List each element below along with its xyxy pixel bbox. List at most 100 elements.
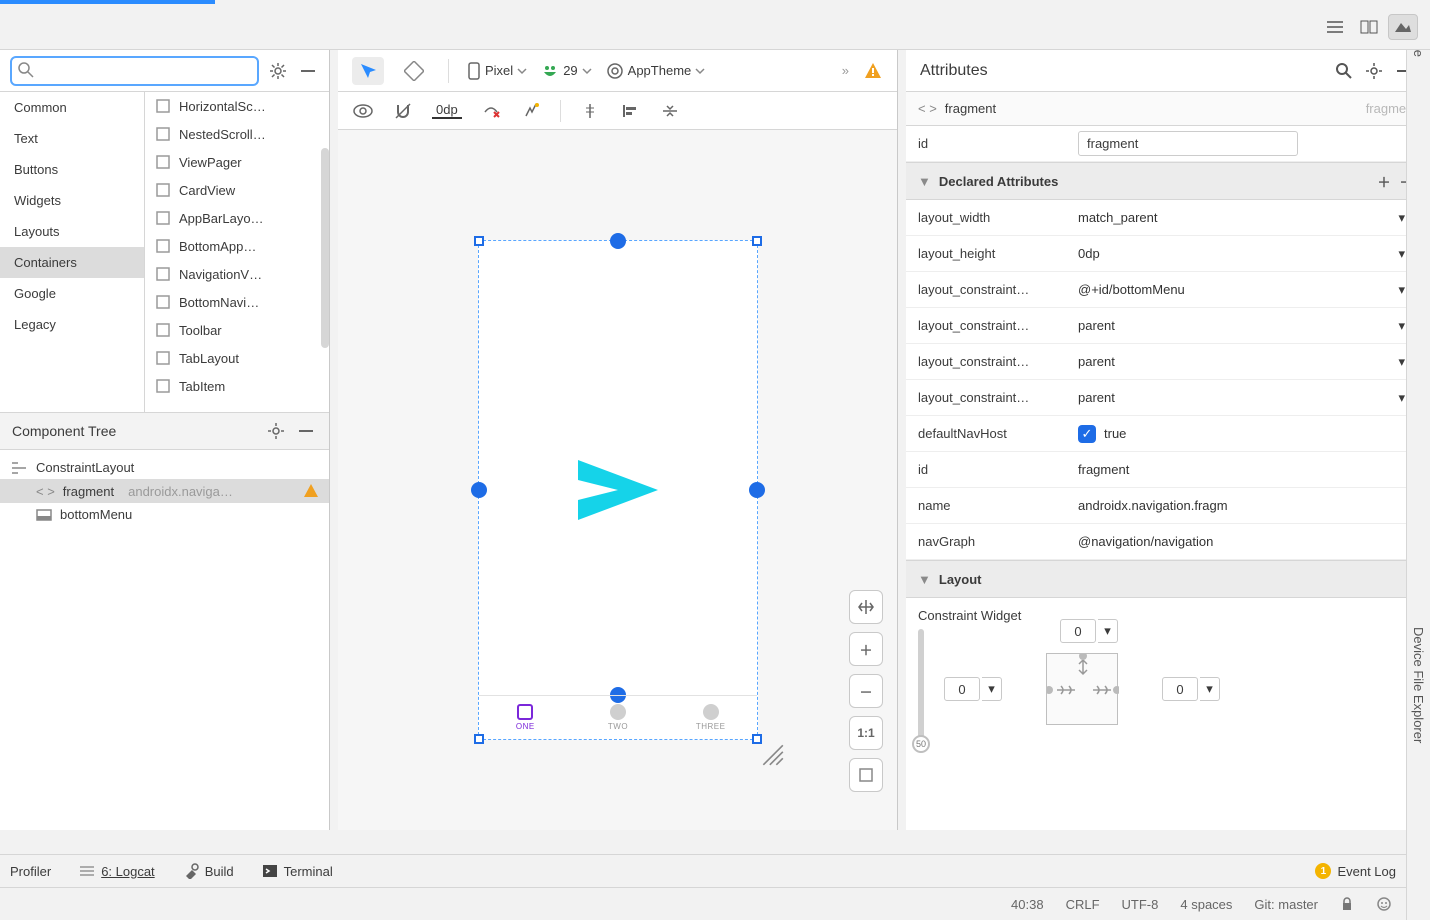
attributes-settings-icon[interactable] xyxy=(1363,60,1385,82)
attr-row[interactable]: layout_constraint…parent▾ xyxy=(906,380,1429,416)
palette-item[interactable]: TabItem xyxy=(145,372,329,400)
palette-category[interactable]: Text xyxy=(0,123,144,154)
chevron-down-icon[interactable]: ▾ xyxy=(1398,354,1405,370)
component-tree-settings-icon[interactable] xyxy=(265,420,287,442)
cw-right[interactable]: 0▾ xyxy=(1162,677,1220,701)
palette-category[interactable]: Containers xyxy=(0,247,144,278)
api-dropdown[interactable]: 29 xyxy=(541,62,591,80)
attr-row[interactable]: layout_constraint…@+id/bottomMenu▾ xyxy=(906,272,1429,308)
palette-item[interactable]: TabLayout xyxy=(145,344,329,372)
chevron-down-icon[interactable]: ▾ xyxy=(1398,390,1405,406)
infer-constraints-icon[interactable] xyxy=(520,100,542,122)
palette-minimize-icon[interactable] xyxy=(297,60,319,82)
theme-label: AppTheme xyxy=(628,63,692,78)
tool-profiler[interactable]: Profiler xyxy=(10,864,51,879)
zoom-in-icon[interactable]: ＋ xyxy=(849,632,883,666)
tool-logcat[interactable]: 6: Logcat xyxy=(79,864,155,879)
palette-item[interactable]: AppBarLayo… xyxy=(145,204,329,232)
palette-category[interactable]: Buttons xyxy=(0,154,144,185)
status-git[interactable]: Git: master xyxy=(1254,897,1318,912)
tree-node[interactable]: bottomMenu xyxy=(0,503,329,526)
status-lock-icon[interactable] xyxy=(1340,897,1354,911)
palette-item[interactable]: HorizontalSc… xyxy=(145,92,329,120)
view-mode-split-icon[interactable] xyxy=(1354,14,1384,40)
surface-select-icon[interactable] xyxy=(352,57,384,85)
attr-add-icon[interactable]: ＋ xyxy=(1373,170,1395,192)
resize-handle-icon[interactable] xyxy=(759,741,785,767)
tool-eventlog[interactable]: 1Event Log xyxy=(1315,863,1396,879)
palette-item[interactable]: NavigationV… xyxy=(145,260,329,288)
zoom-reset-icon[interactable]: 1:1 xyxy=(849,716,883,750)
palette-settings-icon[interactable] xyxy=(267,60,289,82)
design-preview[interactable]: ONE TWO THREE xyxy=(478,240,758,740)
attr-row[interactable]: layout_widthmatch_parent▾ xyxy=(906,200,1429,236)
palette-item[interactable]: NestedScroll… xyxy=(145,120,329,148)
attr-row[interactable]: navGraph@navigation/navigation xyxy=(906,524,1429,560)
tree-node[interactable]: ConstraintLayout xyxy=(0,456,329,479)
widget-icon xyxy=(155,350,171,366)
attributes-search-icon[interactable] xyxy=(1333,60,1355,82)
attr-row[interactable]: layout_height0dp▾ xyxy=(906,236,1429,272)
palette-item[interactable]: ViewPager xyxy=(145,148,329,176)
bias-slider[interactable]: 50 xyxy=(918,629,924,749)
theme-dropdown[interactable]: AppTheme xyxy=(606,62,706,80)
palette-item[interactable]: CardView xyxy=(145,176,329,204)
device-label: Pixel xyxy=(485,63,513,78)
status-encoding[interactable]: UTF-8 xyxy=(1122,897,1159,912)
status-caret[interactable]: 40:38 xyxy=(1011,897,1044,912)
status-line-sep[interactable]: CRLF xyxy=(1066,897,1100,912)
widget-icon xyxy=(155,294,171,310)
clear-constraints-icon[interactable] xyxy=(480,100,502,122)
constraint-widget[interactable]: 0▾ xyxy=(1012,629,1152,749)
view-options-icon[interactable] xyxy=(352,100,374,122)
bottom-nav-preview: ONE TWO THREE xyxy=(479,695,757,739)
palette-search[interactable] xyxy=(10,56,259,86)
component-tree-minimize-icon[interactable] xyxy=(295,420,317,442)
guidelines-icon[interactable] xyxy=(579,100,601,122)
section-toggle-icon[interactable]: ▼ xyxy=(918,572,931,587)
pan-icon[interactable] xyxy=(849,590,883,624)
palette-category[interactable]: Widgets xyxy=(0,185,144,216)
magnet-icon[interactable] xyxy=(392,100,414,122)
tool-build[interactable]: Build xyxy=(183,863,234,879)
palette-category[interactable]: Google xyxy=(0,278,144,309)
chevron-down-icon[interactable]: ▾ xyxy=(1398,210,1405,226)
cw-left[interactable]: 0▾ xyxy=(944,677,1002,701)
view-mode-code-icon[interactable] xyxy=(1320,14,1350,40)
view-mode-design-icon[interactable] xyxy=(1388,14,1418,40)
status-indent[interactable]: 4 spaces xyxy=(1180,897,1232,912)
side-tab-device-explorer[interactable]: Device File Explorer xyxy=(1408,617,1429,753)
palette-category[interactable]: Layouts xyxy=(0,216,144,247)
default-margin-input[interactable]: 0dp xyxy=(432,102,462,119)
attr-row[interactable]: layout_constraint…parent▾ xyxy=(906,308,1429,344)
attr-row[interactable]: defaultNavHost✓true xyxy=(906,416,1429,452)
chevron-down-icon[interactable]: ▾ xyxy=(1398,246,1405,262)
attr-row[interactable]: layout_constraint…parent▾ xyxy=(906,344,1429,380)
section-toggle-icon[interactable]: ▼ xyxy=(918,174,931,189)
component-tree-title: Component Tree xyxy=(12,423,257,439)
warning-icon xyxy=(303,483,319,499)
tree-node[interactable]: < >fragmentandroidx.naviga… xyxy=(0,479,329,503)
attr-row[interactable]: nameandroidx.navigation.fragm xyxy=(906,488,1429,524)
palette-category[interactable]: Legacy xyxy=(0,309,144,340)
device-dropdown[interactable]: Pixel xyxy=(467,61,527,81)
pack-icon[interactable] xyxy=(659,100,681,122)
align-icon[interactable] xyxy=(619,100,641,122)
attr-id-label: id xyxy=(918,136,1078,151)
attr-id-input[interactable]: fragment xyxy=(1078,131,1298,156)
palette-category[interactable]: Common xyxy=(0,92,144,123)
tool-terminal[interactable]: Terminal xyxy=(262,864,333,879)
chevron-down-icon[interactable]: ▾ xyxy=(1398,282,1405,298)
zoom-fit-icon[interactable] xyxy=(849,758,883,792)
palette-search-input[interactable] xyxy=(40,62,251,79)
status-inspector-icon[interactable] xyxy=(1376,896,1392,912)
warning-icon[interactable] xyxy=(863,61,883,81)
palette-item[interactable]: BottomNavi… xyxy=(145,288,329,316)
chevron-down-icon[interactable]: ▾ xyxy=(1398,318,1405,334)
toolbar-overflow-icon[interactable]: » xyxy=(842,63,849,78)
zoom-out-icon[interactable]: － xyxy=(849,674,883,708)
attr-row[interactable]: idfragment xyxy=(906,452,1429,488)
palette-item[interactable]: Toolbar xyxy=(145,316,329,344)
palette-item[interactable]: BottomApp… xyxy=(145,232,329,260)
surface-blueprint-icon[interactable] xyxy=(398,57,430,85)
